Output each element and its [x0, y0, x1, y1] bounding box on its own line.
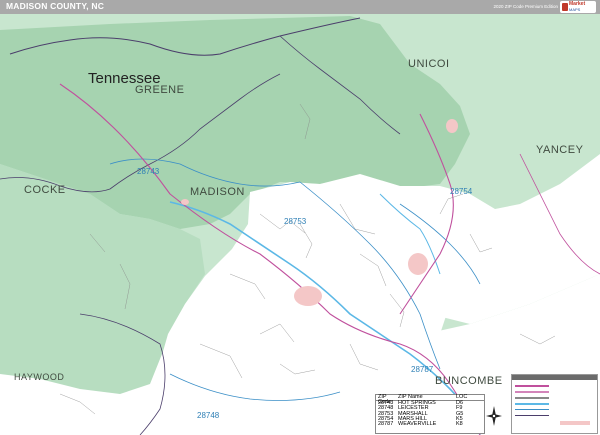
legend-road-swatch: [515, 397, 549, 399]
logo-mark-icon: [562, 3, 568, 11]
haywood-label: HAYWOOD: [14, 372, 65, 382]
logo-line-2: MAPS: [569, 7, 581, 12]
marshall-town[interactable]: [294, 286, 322, 306]
title-bar: MADISON COUNTY, NC 2020 ZIP Code Premium…: [0, 0, 600, 14]
zip-label-28787: 28787: [411, 365, 434, 374]
legend-city-swatch: [560, 421, 590, 425]
loc-cell: K8: [456, 420, 463, 427]
buncombe-label: BUNCOMBE: [435, 375, 503, 387]
legend-zip-boundary-swatch: [515, 409, 549, 410]
zip-label-28753: 28753: [284, 217, 307, 226]
madison-label: MADISON: [190, 186, 245, 198]
legend-highway-swatch: [515, 385, 549, 387]
hot-springs-town[interactable]: [181, 199, 189, 205]
map-title: MADISON COUNTY, NC: [6, 1, 105, 11]
mars-hill-town[interactable]: [408, 253, 428, 275]
table-row: 28787 WEAVERVILLE K8: [376, 420, 484, 427]
legend-title-bar: [512, 375, 597, 380]
map-legend: [511, 374, 598, 434]
market-maps-logo: Market MAPS: [560, 1, 596, 13]
legend-us-route-swatch: [515, 391, 549, 393]
greene-label: GREENE: [135, 84, 185, 96]
legend-water-swatch: [515, 403, 549, 405]
yancey-label: YANCEY: [536, 144, 584, 156]
name-cell: WEAVERVILLE: [398, 420, 437, 427]
edition-label: 2020 ZIP Code Premium Edition: [493, 4, 558, 9]
compass-rose-icon: [486, 406, 502, 426]
zip-label-28743: 28743: [137, 167, 160, 176]
erwin-town[interactable]: [446, 119, 458, 133]
cocke-label: COCKE: [24, 184, 66, 196]
legend-county-line-swatch: [515, 415, 549, 416]
zip-label-28748: 28748: [197, 411, 220, 420]
unicoi-label: UNICOI: [408, 58, 450, 70]
zip-label-28754: 28754: [450, 187, 473, 196]
zip-cell: 28787: [378, 420, 394, 427]
zip-legend-table: ZIP Code ZIP Name LOC 28743 HOT SPRINGS …: [375, 394, 485, 434]
